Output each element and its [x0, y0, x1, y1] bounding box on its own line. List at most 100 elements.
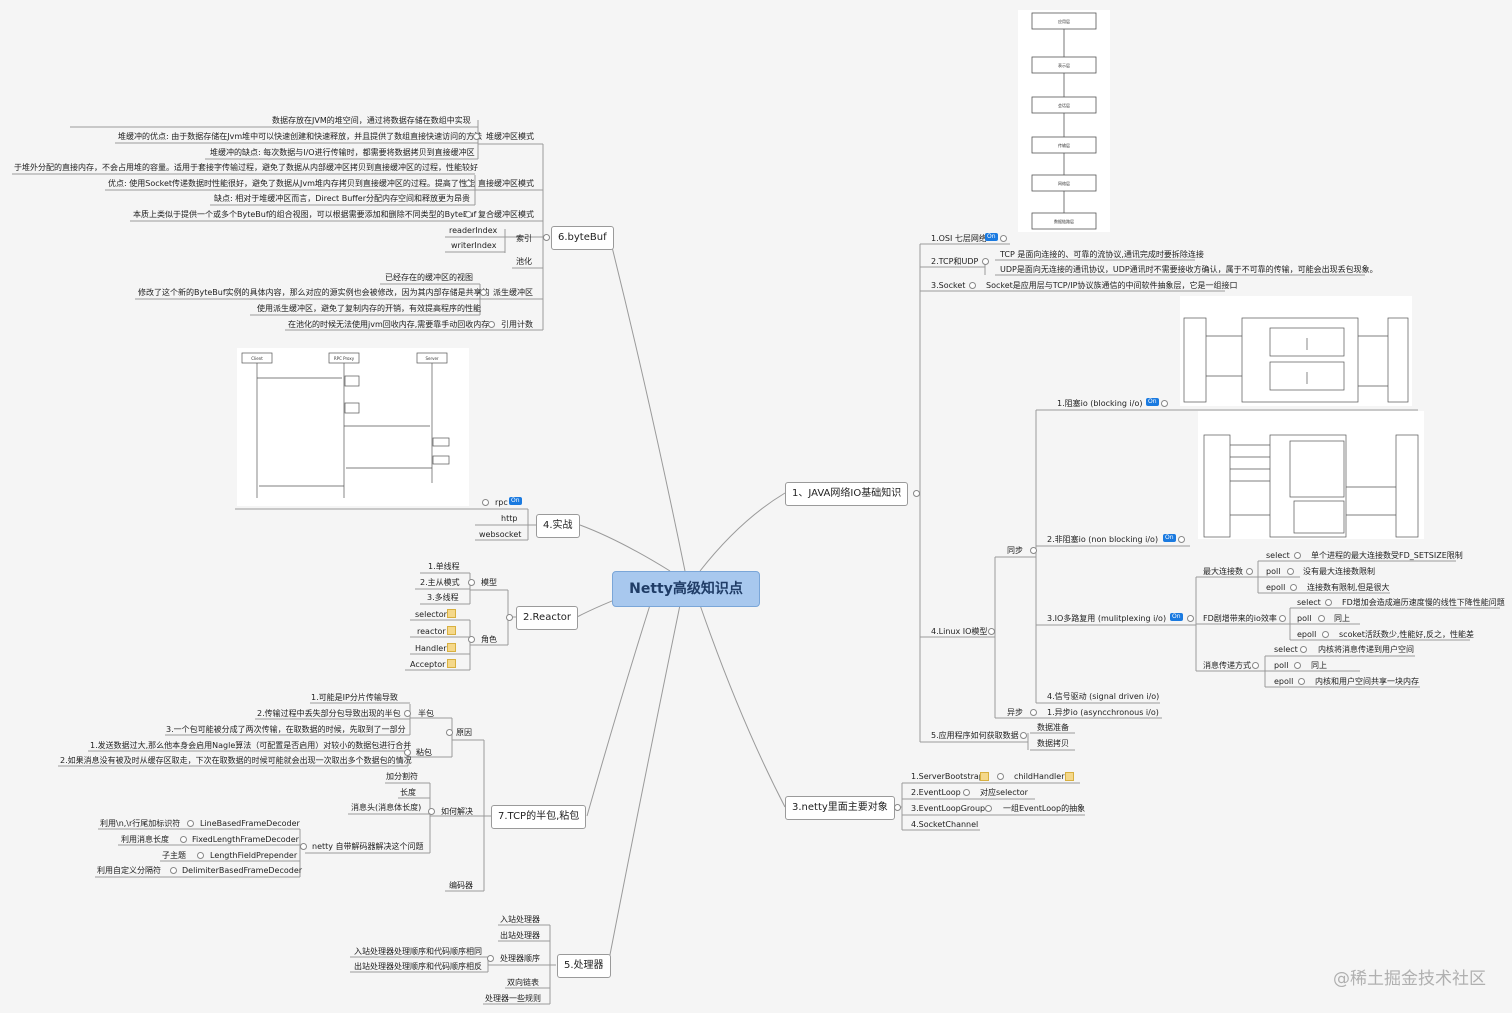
bytebuf-leaf[interactable]: 于堆外分配的直接内存，不会占用堆的容量。适用于套接字传输过程，避免了数据从内部缓… — [14, 162, 478, 173]
handler-item[interactable]: 出站处理器 — [500, 930, 540, 941]
sync-node[interactable]: 同步 — [1007, 545, 1023, 556]
nettyobj-key[interactable]: 2.EventLoop — [911, 787, 961, 798]
collapse-icon[interactable] — [468, 579, 475, 586]
root-topic[interactable]: Netty高级知识点 — [612, 571, 760, 607]
collapse-icon[interactable] — [982, 258, 989, 265]
collapse-icon[interactable] — [1318, 615, 1325, 622]
cmp-val[interactable]: FD增加会造成遍历速度慢的线性下降性能问题 — [1342, 597, 1505, 608]
note-icon[interactable] — [447, 609, 456, 618]
tcp-stick-node[interactable]: 粘包 — [416, 747, 432, 758]
cmp-key[interactable]: poll — [1297, 613, 1311, 624]
decoder-desc[interactable]: 利用消息长度 — [121, 834, 169, 845]
reactor-model-item[interactable]: 3.多线程 — [427, 592, 459, 603]
collapse-icon[interactable] — [506, 614, 513, 621]
collapse-icon[interactable] — [1325, 599, 1332, 606]
bytebuf-leaf[interactable]: writerIndex — [451, 240, 496, 251]
tcp-half-item[interactable]: 3.一个包可能被分成了两次传输，在取数据的时候，先取到了一部分 — [166, 724, 406, 735]
collapse-icon[interactable] — [428, 808, 435, 815]
tcp-solve-item[interactable]: 加分割符 — [386, 771, 418, 782]
collapse-icon[interactable] — [913, 490, 920, 497]
collapse-icon[interactable] — [404, 710, 411, 717]
bytebuf-leaf[interactable]: 数据存放在JVM的堆空间，通过将数据存储在数组中实现 — [272, 115, 471, 126]
bytebuf-leaf[interactable]: 堆缓冲的缺点: 每次数据与I/O进行传输时，都需要将数据拷贝到直接缓冲区 — [210, 147, 475, 158]
decoder-desc[interactable]: 子主题 — [162, 850, 186, 861]
note-icon[interactable] — [447, 626, 456, 635]
collapse-icon[interactable] — [1279, 615, 1286, 622]
multiplex-io-node[interactable]: 3.IO多路复用 (mulitplexing i/o) — [1047, 613, 1166, 624]
socket-node[interactable]: 3.Socket — [931, 280, 965, 291]
decoder-name[interactable]: DelimiterBasedFrameDecoder — [182, 865, 302, 876]
tcpudp-leaf[interactable]: TCP 是面向连接的、可靠的流协议,通讯完成时要拆除连接 — [1000, 249, 1204, 260]
note-icon[interactable] — [1065, 772, 1074, 781]
collapse-icon[interactable] — [482, 499, 489, 506]
collapse-icon[interactable] — [988, 628, 995, 635]
bytebuf-heap-node[interactable]: 堆缓冲区模式 — [486, 131, 534, 142]
decoder-desc[interactable]: 利用自定义分隔符 — [97, 865, 161, 876]
nettyobj-val[interactable]: childHandler — [1014, 771, 1065, 782]
handler-order-node[interactable]: 处理器顺序 — [500, 953, 540, 964]
branch-javaio[interactable]: 1、JAVA网络IO基础知识 — [785, 482, 909, 506]
collapse-icon[interactable] — [468, 636, 475, 643]
reactor-role-node[interactable]: 角色 — [481, 634, 497, 645]
tcpudp-node[interactable]: 2.TCP和UDP — [931, 256, 978, 267]
decoder-name[interactable]: FixedLengthFrameDecoder — [192, 834, 299, 845]
collapse-icon[interactable] — [1030, 709, 1037, 716]
cmp-key[interactable]: epoll — [1297, 629, 1316, 640]
bytebuf-leaf[interactable]: 优点: 使用Socket传递数据时性能很好，避免了数据从Jvm堆内存拷贝到直接缓… — [108, 178, 475, 189]
collapse-icon[interactable] — [1287, 568, 1294, 575]
collapse-icon[interactable] — [480, 289, 487, 296]
collapse-icon[interactable] — [465, 211, 472, 218]
fdeff-node[interactable]: FD剧增带来的io效率 — [1203, 613, 1277, 624]
collapse-icon[interactable] — [465, 180, 472, 187]
collapse-icon[interactable] — [1020, 732, 1027, 739]
collapse-icon[interactable] — [1252, 662, 1259, 669]
cmp-val[interactable]: 没有最大连接数限制 — [1303, 566, 1375, 577]
link-icon[interactable]: On — [509, 497, 522, 505]
reactor-model-item[interactable]: 1.单线程 — [428, 561, 460, 572]
tcpudp-leaf[interactable]: UDP是面向无连接的通讯协议，UDP通讯时不需要接收方确认，属于不可靠的传输，可… — [1000, 264, 1378, 275]
collapse-icon[interactable] — [300, 843, 307, 850]
bytebuf-composite-node[interactable]: 复合缓冲区模式 — [478, 209, 534, 220]
tcp-solve-node[interactable]: 如何解决 — [441, 806, 473, 817]
handler-item[interactable]: 处理器一些规则 — [485, 993, 541, 1004]
collapse-icon[interactable] — [1290, 584, 1297, 591]
nettyobj-key[interactable]: 4.SocketChannel — [911, 819, 978, 830]
collapse-icon[interactable] — [1030, 547, 1037, 554]
nettyobj-key[interactable]: 1.ServerBootstrap — [911, 771, 984, 782]
bytebuf-leaf[interactable]: 缺点: 相对于堆缓冲区而言，Direct Buffer分配内存空间和释放更为昂贵 — [214, 193, 470, 204]
link-icon[interactable]: On — [985, 233, 998, 241]
collapse-icon[interactable] — [180, 836, 187, 843]
cmp-key[interactable]: epoll — [1266, 582, 1285, 593]
branch-practice[interactable]: 4.实战 — [536, 514, 580, 538]
practice-http[interactable]: http — [501, 513, 517, 524]
collapse-icon[interactable] — [543, 234, 550, 241]
collapse-icon[interactable] — [1161, 400, 1168, 407]
bytebuf-leaf[interactable]: 本质上类似于提供一个或多个ByteBuf的组合视图，可以根据需要添加和删除不同类… — [133, 209, 476, 220]
handler-item[interactable]: 双向链表 — [507, 977, 539, 988]
collapse-icon[interactable] — [187, 820, 194, 827]
handler-item[interactable]: 入站处理器 — [500, 914, 540, 925]
decoder-name[interactable]: LengthFieldPrepender — [210, 850, 297, 861]
cmp-key[interactable]: epoll — [1274, 676, 1293, 687]
bytebuf-refcount-node[interactable]: 引用计数 — [501, 319, 533, 330]
reactor-role-item[interactable]: reactor — [417, 626, 446, 637]
nonblocking-io-node[interactable]: 2.非阻塞io (non blocking i/o) — [1047, 534, 1158, 545]
branch-nettyobj[interactable]: 3.netty里面主要对象 — [785, 796, 895, 820]
link-icon[interactable]: On — [1146, 398, 1159, 406]
reactor-role-item[interactable]: selector — [415, 609, 447, 620]
msgpass-node[interactable]: 消息传递方式 — [1203, 660, 1251, 671]
collapse-icon[interactable] — [1000, 235, 1007, 242]
collapse-icon[interactable] — [1187, 615, 1194, 622]
cmp-val[interactable]: 单个进程的最大连接数受FD_SETSIZE限制 — [1311, 550, 1463, 561]
collapse-icon[interactable] — [488, 321, 495, 328]
cmp-key[interactable]: poll — [1274, 660, 1288, 671]
collapse-icon[interactable] — [997, 773, 1004, 780]
reactor-role-item[interactable]: Handler — [415, 643, 447, 654]
bytebuf-leaf[interactable]: readerIndex — [449, 225, 497, 236]
reactor-role-item[interactable]: Acceptor — [410, 659, 445, 670]
branch-tcp[interactable]: 7.TCP的半包,粘包 — [491, 805, 587, 829]
maxconn-node[interactable]: 最大连接数 — [1203, 566, 1243, 577]
collapse-icon[interactable] — [894, 804, 901, 811]
fetch-leaf[interactable]: 数据准备 — [1037, 722, 1069, 733]
cmp-key[interactable]: poll — [1266, 566, 1280, 577]
